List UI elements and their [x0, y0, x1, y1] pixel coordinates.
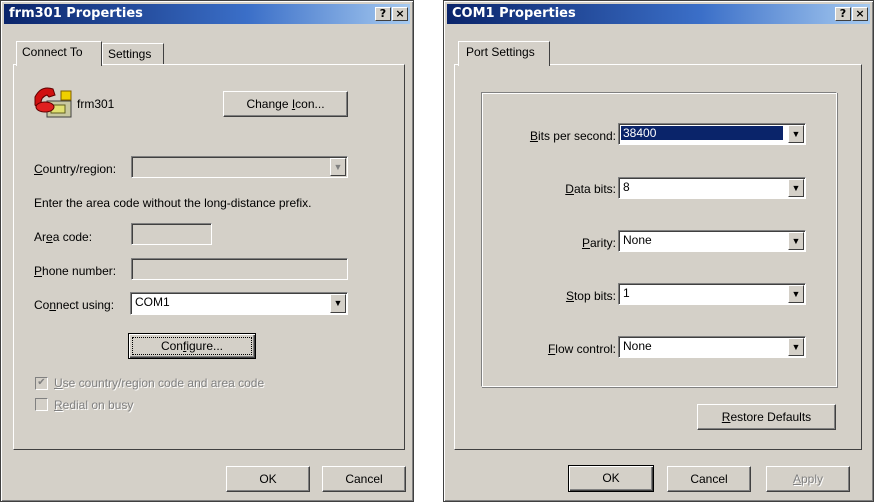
chevron-down-icon[interactable]: ▼	[788, 285, 804, 303]
configure-button[interactable]: Configure...	[128, 333, 256, 359]
data-bits-select[interactable]: 8 ▼	[618, 177, 806, 199]
cancel-button[interactable]: Cancel	[322, 466, 406, 492]
chevron-down-icon[interactable]: ▼	[788, 232, 804, 250]
com1-properties-window: COM1 Properties ? × Port Settings Bits p…	[443, 0, 874, 502]
connection-name: frm301	[77, 97, 115, 111]
ok-button[interactable]: OK	[226, 466, 310, 492]
chevron-down-icon[interactable]: ▼	[788, 125, 804, 143]
flow-control-select[interactable]: None ▼	[618, 336, 806, 358]
change-icon-button[interactable]: Change Icon...	[223, 91, 348, 117]
phone-icon	[34, 87, 72, 118]
restore-defaults-button[interactable]: Restore Defaults	[697, 404, 836, 430]
phone-number-input[interactable]	[131, 258, 348, 280]
flow-control-label: Flow control:	[547, 342, 616, 356]
cancel-button[interactable]: Cancel	[667, 466, 751, 492]
chevron-down-icon[interactable]: ▼	[330, 158, 346, 176]
redial-on-busy-label: Redial on busy	[54, 398, 134, 412]
help-button[interactable]: ?	[835, 7, 851, 21]
bits-per-second-select[interactable]: 38400 ▼	[618, 123, 806, 145]
connect-using-select[interactable]: COM1 ▼	[130, 292, 348, 315]
use-country-code-label: Use country/region code and area code	[54, 376, 265, 390]
tab-settings[interactable]: Settings	[102, 43, 164, 65]
area-code-input[interactable]	[131, 223, 212, 245]
title-bar[interactable]: COM1 Properties ? ×	[447, 4, 870, 24]
chevron-down-icon[interactable]: ▼	[330, 294, 346, 313]
use-country-code-checkbox[interactable]: ✔	[35, 377, 48, 390]
tab-port-settings[interactable]: Port Settings	[458, 41, 550, 66]
bits-per-second-label: Bits per second:	[529, 129, 616, 143]
country-region-label: Country/region:	[34, 162, 117, 176]
parity-value: None	[623, 233, 652, 247]
title-bar[interactable]: frm301 Properties ? ×	[4, 4, 410, 24]
country-region-select[interactable]: ▼	[131, 156, 348, 178]
window-title: frm301 Properties	[9, 6, 143, 21]
tab-connect-to[interactable]: Connect To	[16, 41, 102, 66]
apply-button[interactable]: Apply	[766, 466, 850, 492]
parity-select[interactable]: None ▼	[618, 230, 806, 252]
frm301-properties-window: frm301 Properties ? × Connect To Setting…	[0, 0, 414, 502]
data-bits-value: 8	[623, 180, 630, 194]
window-title: COM1 Properties	[452, 6, 576, 21]
area-code-note: Enter the area code without the long-dis…	[34, 196, 312, 210]
bits-per-second-value: 38400	[621, 126, 783, 140]
chevron-down-icon[interactable]: ▼	[788, 179, 804, 197]
stop-bits-select[interactable]: 1 ▼	[618, 283, 806, 305]
stop-bits-label: Stop bits:	[565, 289, 616, 303]
stop-bits-value: 1	[623, 286, 630, 300]
area-code-label: Area code:	[34, 230, 93, 244]
close-button[interactable]: ×	[852, 7, 868, 21]
flow-control-value: None	[623, 339, 652, 353]
connect-using-value: COM1	[135, 295, 170, 309]
close-button[interactable]: ×	[392, 7, 408, 21]
help-button[interactable]: ?	[375, 7, 391, 21]
redial-on-busy-checkbox[interactable]	[35, 398, 48, 411]
data-bits-label: Data bits:	[565, 182, 616, 196]
ok-button[interactable]: OK	[568, 465, 654, 492]
phone-number-label: Phone number:	[34, 264, 117, 278]
connect-using-label: Connect using:	[34, 298, 115, 312]
chevron-down-icon[interactable]: ▼	[788, 338, 804, 356]
parity-label: Parity:	[581, 236, 616, 250]
